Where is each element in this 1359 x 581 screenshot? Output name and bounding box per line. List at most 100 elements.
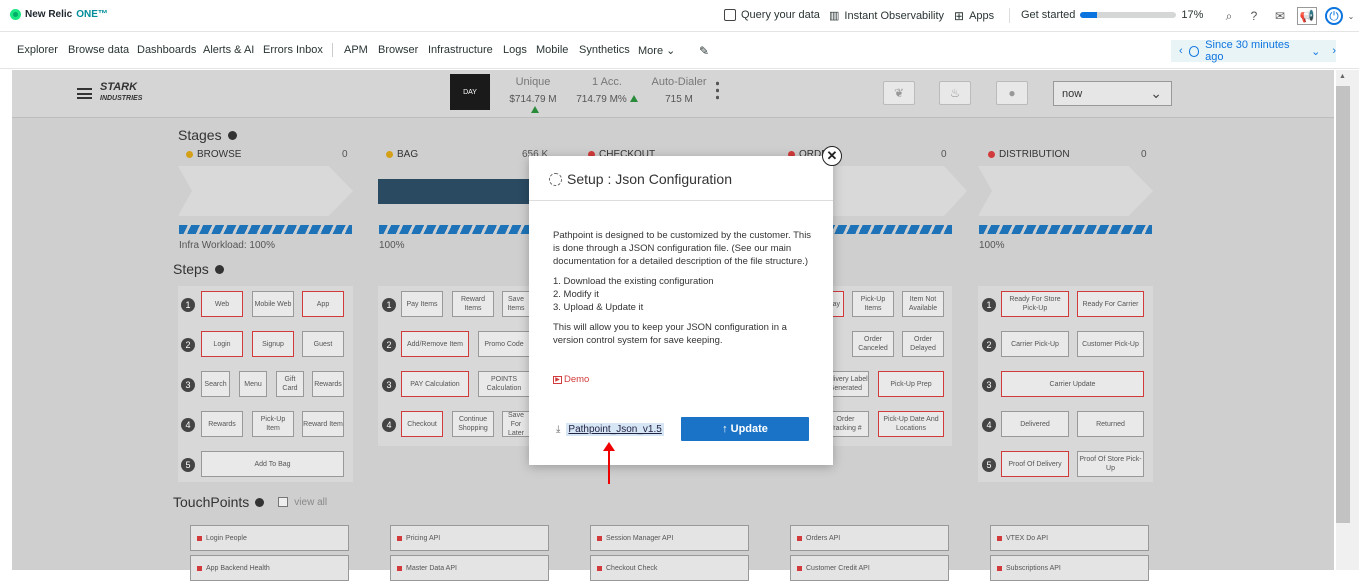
step-box[interactable]: Web [201,291,243,317]
drop-icon[interactable]: ● [996,81,1028,105]
instant-observability-button[interactable]: ▥ Instant Observability [829,9,944,23]
user-avatar-icon[interactable]: ⏻ [1325,7,1343,25]
search-icon[interactable]: ⌕ [1221,8,1237,24]
step-box[interactable]: Save Items [502,291,530,317]
nav-alerts-ai[interactable]: Alerts & AI [203,44,254,56]
step-box[interactable]: Rewards [312,371,344,397]
info-icon[interactable] [255,497,265,507]
scrollbar-thumb[interactable] [1336,86,1350,523]
feedback-icon[interactable]: ✉ [1272,8,1288,24]
nav-browse-data[interactable]: Browse data [68,44,129,56]
step-box[interactable]: Pick-Up Item [252,411,294,437]
step-box[interactable]: Item Not Available [902,291,944,317]
edit-pencil-icon[interactable]: ✎ [699,44,709,58]
info-icon[interactable] [227,130,237,140]
step-box[interactable]: Promo Code [478,331,530,357]
nav-synthetics[interactable]: Synthetics [579,44,630,56]
step-box[interactable]: Mobile Web [252,291,294,317]
step-box[interactable]: Delivered [1001,411,1069,437]
touchpoint[interactable]: Orders API [790,525,949,551]
step-box[interactable]: Menu [239,371,267,397]
chevron-left-icon[interactable]: ‹ [1179,45,1183,57]
demo-link[interactable]: ▶ Demo [553,374,589,385]
step-box[interactable]: Proof Of Store Pick-Up [1077,451,1144,477]
step-box[interactable]: Pay Items [401,291,443,317]
stage-browse[interactable]: BROWSE [186,149,241,160]
step-box[interactable]: Rewards [201,411,243,437]
step-box[interactable]: Pick-Up Items [852,291,894,317]
scroll-up-arrow-icon[interactable]: ▲ [1339,73,1346,80]
nav-errors-inbox[interactable]: Errors Inbox [263,44,323,56]
touchpoint[interactable]: Session Manager API [590,525,749,551]
stage-distribution[interactable]: DISTRIBUTION [988,149,1070,160]
touchpoint[interactable]: App Backend Health [190,555,349,581]
chevron-down-icon[interactable]: ⌄ [1343,8,1359,24]
step-box[interactable]: PAY Calculation [401,371,469,397]
get-started-button[interactable]: Get started 17% [1021,9,1203,21]
step-box[interactable]: Checkout [401,411,443,437]
step-box[interactable]: Order Canceled [852,331,894,357]
step-box[interactable]: Order Delayed [902,331,944,357]
flame-icon[interactable]: ♨ [939,81,971,105]
close-icon[interactable]: ✕ [822,146,842,166]
nav-mobile[interactable]: Mobile [536,44,568,56]
step-box[interactable]: Ready For Carrier [1077,291,1144,317]
step-box[interactable]: Login [201,331,243,357]
step-box[interactable]: POINTS Calculation [478,371,530,397]
kebab-menu-icon[interactable] [716,80,719,102]
touchpoint[interactable]: Master Data API [390,555,549,581]
step-box[interactable]: Signup [252,331,294,357]
update-button[interactable]: ↑ Update [681,417,809,441]
touchpoint[interactable]: Pricing API [390,525,549,551]
download-json-link[interactable]: ⤓ Pathpoint_Json_v1.5 [556,423,664,436]
query-your-data-button[interactable]: Query your data [724,9,820,21]
hamburger-menu-icon[interactable] [77,88,92,99]
step-box[interactable]: Continue Shopping [452,411,494,437]
step-box[interactable]: App [302,291,344,317]
announcements-icon[interactable]: 📢 [1297,7,1317,25]
day-box[interactable]: DAY [450,74,490,110]
step-box[interactable]: Pick-Up Date And Locations [878,411,944,437]
time-picker[interactable]: ‹ Since 30 minutes ago ⌄ › [1171,39,1336,63]
leaf-icon[interactable]: ❦ [883,81,915,105]
view-all-checkbox[interactable] [278,497,289,507]
step-box[interactable]: Save For Later [502,411,530,437]
touchpoint[interactable]: Customer Credit API [790,555,949,581]
time-select[interactable]: now ⌄ [1053,81,1172,106]
step-box[interactable]: Search [201,371,230,397]
help-icon[interactable]: ? [1246,8,1262,24]
step-box[interactable]: Carrier Pick-Up [1001,331,1069,357]
nav-logs[interactable]: Logs [503,44,527,56]
nav-explorer[interactable]: Explorer [17,44,58,56]
step-box[interactable]: Carrier Update [1001,371,1144,397]
step-box[interactable]: Pick-Up Prep [878,371,944,397]
stage-bag[interactable]: BAG [386,149,418,160]
new-relic-logo[interactable]: New Relic ONE™ [10,9,108,20]
touchpoint[interactable]: Checkout Check [590,555,749,581]
step-box[interactable]: Add To Bag [201,451,344,477]
apps-button[interactable]: ⊞ Apps [954,9,994,23]
step-box[interactable]: Reward Items [452,291,494,317]
nav-browser[interactable]: Browser [378,44,418,56]
nav-apm[interactable]: APM [344,44,368,56]
step-box[interactable]: Reward Item [302,411,344,437]
step-box[interactable]: Guest [302,331,344,357]
stage-arrow-bag[interactable] [378,179,543,204]
info-icon[interactable] [214,264,224,274]
step-box[interactable]: Gift Card [276,371,304,397]
step-box[interactable]: Customer Pick-Up [1077,331,1144,357]
nav-more[interactable]: More ⌄ [638,44,675,57]
chevron-right-icon[interactable]: › [1332,45,1336,57]
stage-arrow-distribution[interactable] [978,166,1153,216]
step-box[interactable]: Proof Of Delivery [1001,451,1069,477]
nav-dashboards[interactable]: Dashboards [137,44,196,56]
vertical-scrollbar[interactable]: ▲ [1336,70,1359,570]
touchpoint[interactable]: Login People [190,525,349,551]
step-box[interactable]: Returned [1077,411,1144,437]
step-box[interactable]: Add/Remove Item [401,331,469,357]
nav-infrastructure[interactable]: Infrastructure [428,44,493,56]
touchpoint[interactable]: VTEX Do API [990,525,1149,551]
stage-arrow-browse[interactable] [178,166,353,216]
touchpoint[interactable]: Subscriptions API [990,555,1149,581]
step-box[interactable]: Ready For Store Pick-Up [1001,291,1069,317]
